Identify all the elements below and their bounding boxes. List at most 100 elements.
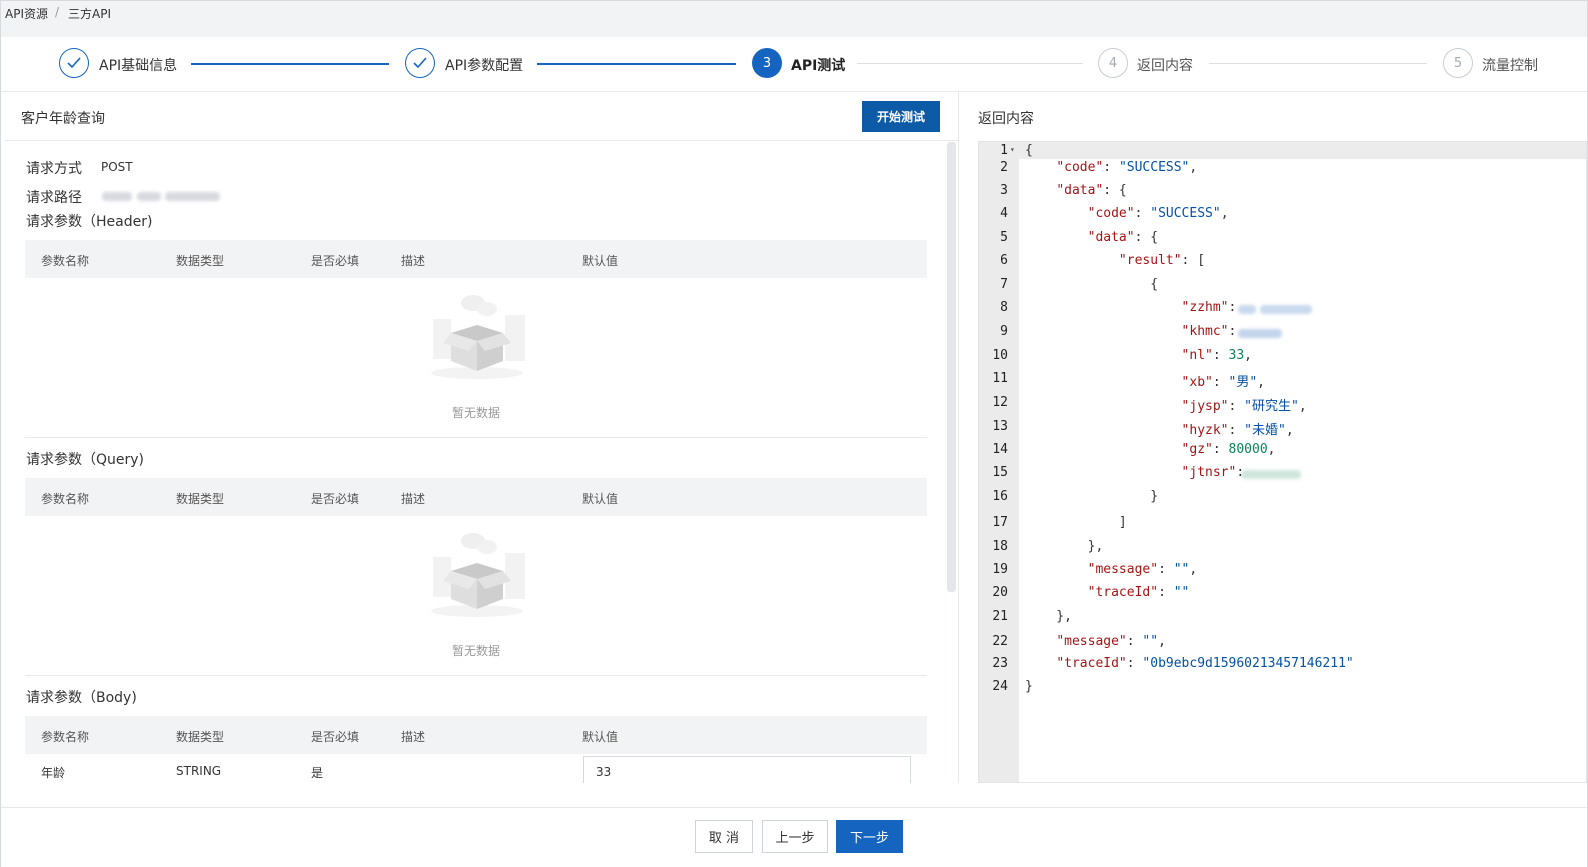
method-label: 请求方式 (26, 161, 82, 177)
method-value: POST (101, 160, 133, 174)
col-default: 默认值 (582, 254, 619, 268)
line-number: 3 (1000, 183, 1008, 198)
row-param-name: 年龄 (41, 766, 66, 780)
empty-box-icon (431, 533, 525, 617)
code-line: } (1025, 679, 1033, 694)
request-panel: 客户年龄查询 开始测试 请求方式 POST 请求路径 请求参数（Header) … (5, 92, 959, 783)
line-number: 20 (992, 585, 1008, 600)
code-token: : [ (1181, 253, 1206, 268)
col-description: 描述 (401, 730, 426, 744)
code-token: "data" (1087, 230, 1135, 245)
code-token: }, (1025, 609, 1072, 624)
query-params-title: 请求参数（Query) (26, 452, 145, 468)
step-2-check-icon (405, 48, 435, 78)
code-line: "gz": 80000, (1025, 442, 1276, 457)
line-number: 9 (1000, 324, 1008, 339)
request-panel-header: 客户年龄查询 开始测试 (5, 92, 958, 141)
start-test-button[interactable]: 开始测试 (862, 101, 940, 132)
response-panel: 返回内容 ▾ 1{2 "code": "SUCCESS", 3 "data": {… (960, 92, 1587, 783)
col-default: 默认值 (582, 492, 619, 506)
response-code-editor[interactable]: ▾ 1{2 "code": "SUCCESS", 3 "data": {4 "co… (978, 141, 1587, 783)
code-token: "message" (1087, 562, 1159, 577)
code-line: }, (1025, 539, 1104, 554)
code-token: : (1126, 656, 1143, 671)
section-divider (25, 675, 927, 676)
code-token: , (1220, 206, 1229, 221)
code-token: , (1257, 375, 1265, 390)
step-4-label: 返回内容 (1137, 58, 1193, 74)
code-token: "SUCCESS" (1150, 206, 1221, 221)
vertical-scrollbar[interactable] (947, 142, 956, 592)
col-param-name: 参数名称 (41, 730, 90, 744)
query-empty-text: 暂无数据 (452, 644, 501, 658)
code-token: "traceId" (1087, 585, 1159, 600)
code-token: : { (1103, 183, 1127, 198)
line-number: 4 (1000, 206, 1008, 221)
code-token: } (1025, 679, 1033, 694)
active-line-highlight (979, 142, 1586, 159)
row-data-type: STRING (176, 764, 222, 778)
line-number: 24 (992, 679, 1008, 694)
col-data-type: 数据类型 (176, 730, 225, 744)
breadcrumb-root[interactable]: API资源 (5, 5, 48, 22)
previous-step-button[interactable]: 上一步 (762, 820, 828, 853)
response-title: 返回内容 (978, 111, 1034, 127)
line-number: 12 (992, 395, 1008, 410)
code-token: "0b9ebc9d15960213457146211" (1142, 656, 1354, 671)
empty-box-icon (431, 295, 525, 379)
code-token: : (1103, 160, 1119, 175)
code-token: 33 (1228, 348, 1245, 363)
step-5-circle: 5 (1443, 48, 1473, 78)
fold-arrow-icon[interactable]: ▾ (1010, 145, 1015, 154)
step-1-label: API基础信息 (99, 58, 178, 74)
line-number: 18 (992, 539, 1008, 554)
next-step-button[interactable]: 下一步 (836, 820, 903, 853)
query-params-table-head: 参数名称 数据类型 是否必填 描述 默认值 (25, 478, 927, 516)
request-scroll-area[interactable]: 请求方式 POST 请求路径 请求参数（Header) 参数名称 数据类型 是否… (5, 141, 958, 783)
code-line: "data": { (1025, 183, 1127, 198)
code-line: } (1025, 489, 1158, 504)
code-token: , (1267, 442, 1276, 457)
code-token: , (1189, 562, 1198, 577)
code-token: { (1025, 277, 1159, 292)
code-line: "jtnsr": (1025, 465, 1252, 480)
code-token: , (1158, 634, 1166, 649)
code-token: : (1236, 465, 1252, 480)
code-token: "研究生" (1244, 399, 1299, 414)
col-data-type: 数据类型 (176, 492, 225, 506)
default-value-input[interactable]: 33 (583, 756, 911, 783)
api-name-title: 客户年龄查询 (21, 111, 105, 127)
code-token: "未婚" (1244, 423, 1286, 438)
step-connector-4 (1209, 63, 1427, 64)
footer-actions: 取 消 上一步 下一步 (1, 807, 1587, 867)
line-number: 5 (1000, 230, 1008, 245)
code-token: , (1285, 423, 1294, 438)
step-5-label: 流量控制 (1482, 58, 1538, 74)
col-required: 是否必填 (311, 730, 360, 744)
col-param-name: 参数名称 (41, 254, 90, 268)
code-line: "result": [ (1025, 253, 1205, 268)
line-number: 2 (1000, 160, 1008, 175)
col-description: 描述 (401, 254, 426, 268)
code-token: "" (1142, 634, 1159, 649)
step-indicator: API基础信息 API参数配置 3 API测试 4 返回内容 5 流量控制 (1, 37, 1587, 92)
body-params-title: 请求参数（Body) (26, 690, 137, 706)
code-token: "nl" (1181, 348, 1213, 363)
code-line: "xb": "男", (1025, 371, 1265, 390)
code-token: : { (1134, 230, 1159, 245)
cancel-button[interactable]: 取 消 (695, 820, 753, 853)
code-line: }, (1025, 609, 1072, 624)
code-line: "jysp": "研究生", (1025, 395, 1307, 414)
code-line: { (1025, 277, 1158, 292)
step-connector-1 (191, 63, 389, 65)
code-token: : (1228, 423, 1245, 438)
col-required: 是否必填 (311, 254, 360, 268)
